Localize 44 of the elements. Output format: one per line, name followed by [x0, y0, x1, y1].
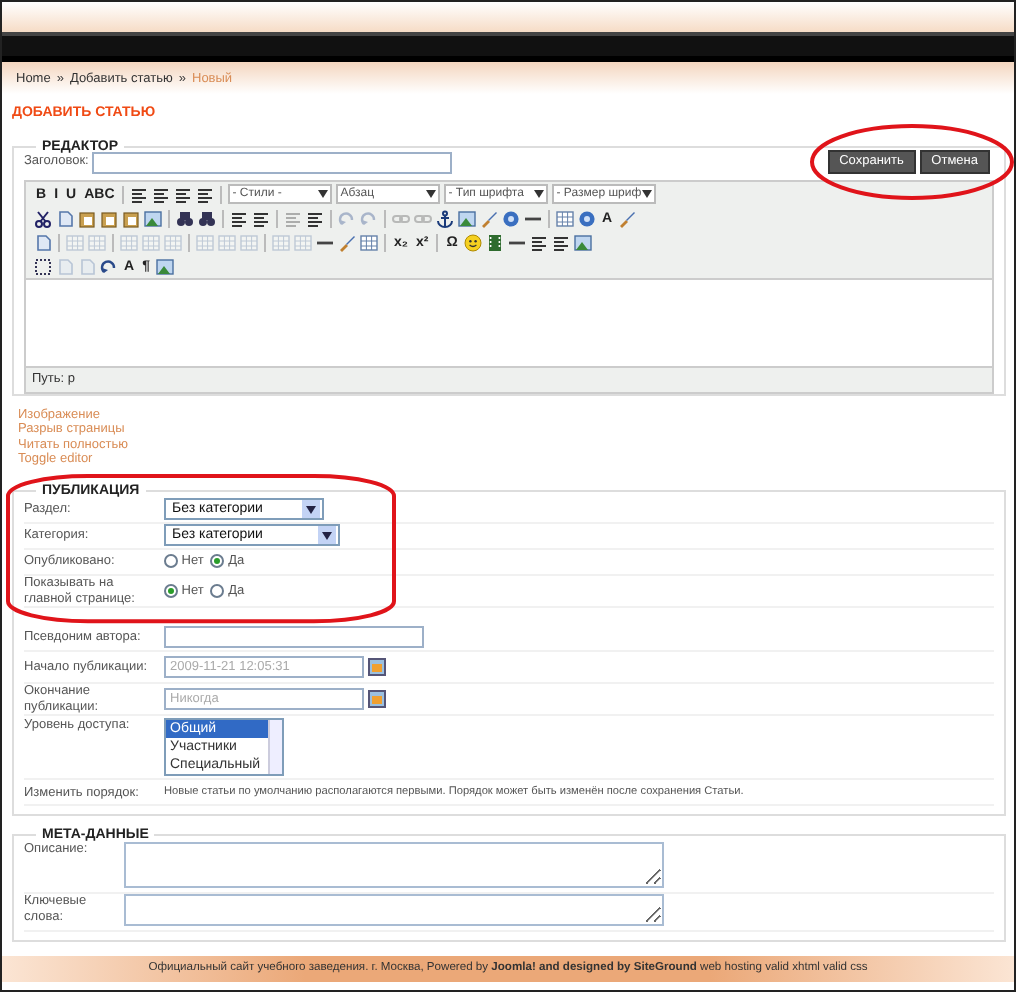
table-icon[interactable] [556, 209, 574, 228]
lines-icon[interactable] [196, 185, 215, 204]
keywords-input[interactable] [124, 894, 664, 927]
author-alias-input[interactable] [164, 626, 424, 649]
picture-icon[interactable] [458, 209, 476, 228]
lines-icon[interactable] [551, 233, 570, 252]
lines-icon[interactable] [529, 233, 548, 252]
lines-icon[interactable] [174, 185, 193, 204]
picture-icon[interactable] [155, 257, 174, 276]
anchor-icon[interactable] [436, 209, 454, 228]
curved-arrow-icon[interactable] [100, 257, 118, 276]
radio-button[interactable] [210, 554, 225, 569]
binoculars-icon[interactable] [176, 209, 194, 228]
radio-button[interactable] [164, 584, 178, 599]
clipboard-icon[interactable] [122, 209, 140, 228]
disc-icon[interactable] [502, 209, 520, 228]
caret-icon [534, 190, 545, 199]
radio-button[interactable] [164, 554, 178, 569]
film-icon[interactable] [485, 233, 504, 252]
caret-icon [642, 190, 653, 199]
binoculars-icon[interactable] [198, 209, 216, 228]
scrollbar [268, 720, 282, 775]
picture-icon[interactable] [144, 209, 162, 228]
dropdown-arrow-icon [302, 500, 320, 519]
scissors-icon[interactable] [34, 209, 52, 228]
lines-icon[interactable] [252, 209, 270, 228]
lines-icon[interactable] [306, 209, 324, 228]
radio-button[interactable] [210, 584, 225, 599]
dashed-square-icon[interactable] [34, 257, 52, 276]
clipboard-icon[interactable] [100, 209, 118, 228]
dropdown-arrow-icon [318, 526, 336, 545]
brush-icon[interactable] [618, 209, 637, 228]
lines-icon[interactable] [230, 209, 248, 228]
lines-icon[interactable] [152, 185, 171, 204]
smiley-icon[interactable] [463, 233, 482, 252]
caret-icon [426, 190, 437, 199]
clipboard-icon[interactable] [78, 209, 96, 228]
lines-icon[interactable] [130, 185, 149, 204]
disc-icon[interactable] [578, 209, 596, 228]
table-icon[interactable] [360, 233, 378, 252]
description-input[interactable] [124, 842, 664, 889]
title-input[interactable] [92, 151, 453, 174]
picture-icon[interactable] [573, 233, 592, 252]
caret-icon [318, 190, 329, 199]
